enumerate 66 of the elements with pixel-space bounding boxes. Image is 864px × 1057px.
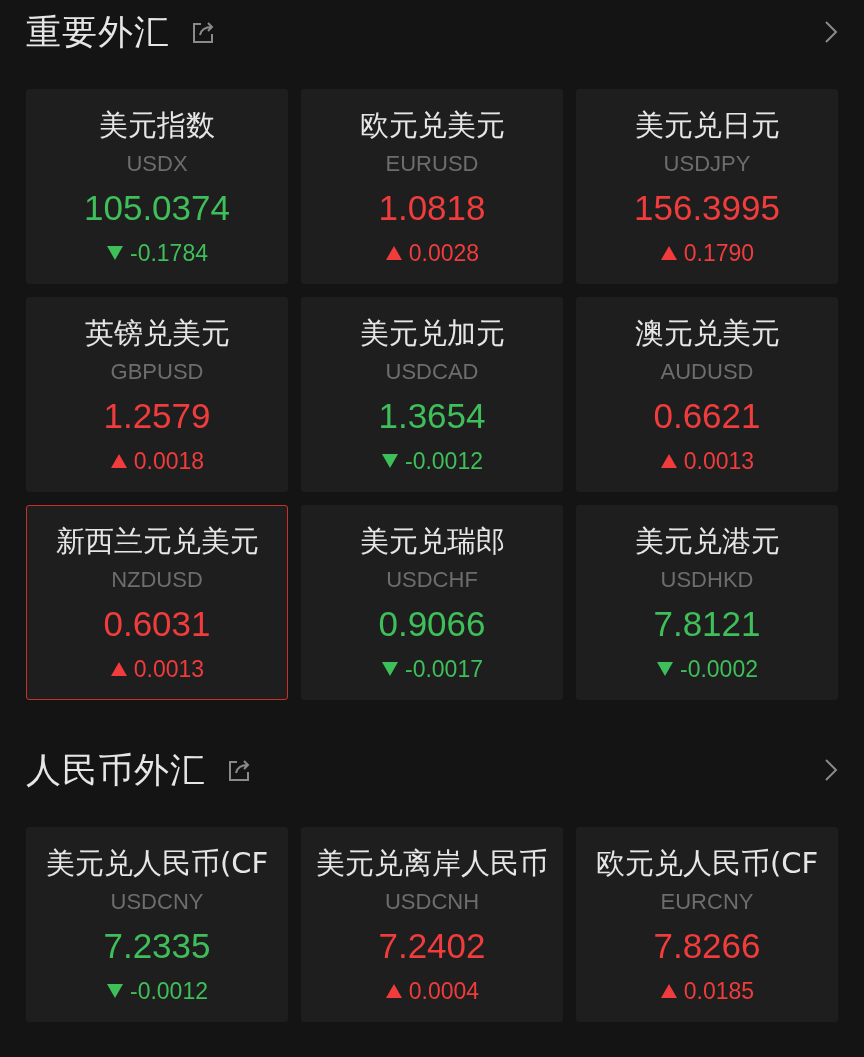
pair-code: USDX	[126, 150, 188, 178]
change-value: -0.0002	[680, 655, 758, 683]
pair-code: NZDUSD	[111, 566, 203, 594]
share-icon[interactable]	[228, 758, 252, 782]
change-value: 0.0013	[133, 655, 205, 683]
quote-card[interactable]: 美元兑港元 USDHKD 7.8121 -0.0002	[576, 505, 838, 700]
chevron-right-icon[interactable]	[824, 758, 838, 782]
pair-code: GBPUSD	[110, 358, 204, 386]
change-value: 0.0013	[683, 447, 755, 475]
pair-name: 新西兰元兑美元	[55, 523, 259, 560]
pair-name: 英镑兑美元	[84, 315, 230, 352]
pair-code: AUDUSD	[660, 358, 754, 386]
quote-card[interactable]: 美元兑人民币(CF USDCNY 7.2335 -0.0012	[26, 827, 288, 1022]
change-value: 0.1790	[683, 239, 755, 267]
change-value: -0.0012	[405, 447, 483, 475]
quote-card[interactable]: 美元指数 USDX 105.0374 -0.1784	[26, 89, 288, 284]
quote-card[interactable]: 美元兑离岸人民币 USDCNH 7.2402 0.0004	[301, 827, 563, 1022]
pair-name: 美元兑港元	[634, 523, 780, 560]
price-value: 0.6031	[103, 603, 211, 645]
section-title: 重要外汇	[26, 10, 170, 54]
quote-card[interactable]: 新西兰元兑美元 NZDUSD 0.6031 0.0013	[26, 505, 288, 700]
price-value: 7.8266	[653, 925, 761, 967]
quote-card[interactable]: 美元兑加元 USDCAD 1.3654 -0.0012	[301, 297, 563, 492]
quote-card[interactable]: 欧元兑人民币(CF EURCNY 7.8266 0.0185	[576, 827, 838, 1022]
price-value: 1.2579	[103, 395, 211, 437]
pair-code: USDJPY	[663, 150, 751, 178]
price-value: 105.0374	[84, 187, 230, 229]
change-value: -0.0017	[405, 655, 483, 683]
pair-name: 美元指数	[99, 107, 215, 144]
change-value: -0.1784	[130, 239, 208, 267]
pair-name: 美元兑瑞郎	[359, 523, 505, 560]
price-value: 0.6621	[653, 395, 761, 437]
price-value: 0.9066	[378, 603, 486, 645]
pair-code: USDHKD	[660, 566, 754, 594]
pair-code: USDCAD	[385, 358, 479, 386]
pair-name: 欧元兑人民币(CF	[595, 845, 819, 882]
change-value: 0.0018	[133, 447, 205, 475]
pair-code: USDCHF	[386, 566, 478, 594]
pair-code: EURUSD	[385, 150, 479, 178]
change-value: 0.0028	[408, 239, 480, 267]
price-value: 1.3654	[378, 395, 486, 437]
pair-name: 美元兑离岸人民币	[316, 845, 548, 882]
price-value: 7.2335	[103, 925, 211, 967]
price-value: 7.2402	[378, 925, 486, 967]
change-value: 0.0004	[408, 977, 480, 1005]
quote-card[interactable]: 欧元兑美元 EURUSD 1.0818 0.0028	[301, 89, 563, 284]
quote-card[interactable]: 美元兑日元 USDJPY 156.3995 0.1790	[576, 89, 838, 284]
share-icon[interactable]	[192, 20, 216, 44]
price-value: 7.8121	[653, 603, 761, 645]
pair-code: USDCNY	[110, 888, 204, 916]
pair-code: USDCNH	[384, 888, 480, 916]
pair-name: 欧元兑美元	[359, 107, 505, 144]
pair-name: 美元兑加元	[359, 315, 505, 352]
pair-name: 美元兑人民币(CF	[45, 845, 269, 882]
quote-card[interactable]: 美元兑瑞郎 USDCHF 0.9066 -0.0017	[301, 505, 563, 700]
chevron-right-icon[interactable]	[824, 20, 838, 44]
pair-code: EURCNY	[660, 888, 754, 916]
pair-name: 美元兑日元	[634, 107, 780, 144]
pair-name: 澳元兑美元	[634, 315, 780, 352]
section-title: 人民币外汇	[26, 748, 206, 792]
change-value: 0.0185	[683, 977, 755, 1005]
price-value: 156.3995	[634, 187, 780, 229]
change-value: -0.0012	[130, 977, 208, 1005]
price-value: 1.0818	[378, 187, 486, 229]
quote-card[interactable]: 英镑兑美元 GBPUSD 1.2579 0.0018	[26, 297, 288, 492]
quote-card[interactable]: 澳元兑美元 AUDUSD 0.6621 0.0013	[576, 297, 838, 492]
